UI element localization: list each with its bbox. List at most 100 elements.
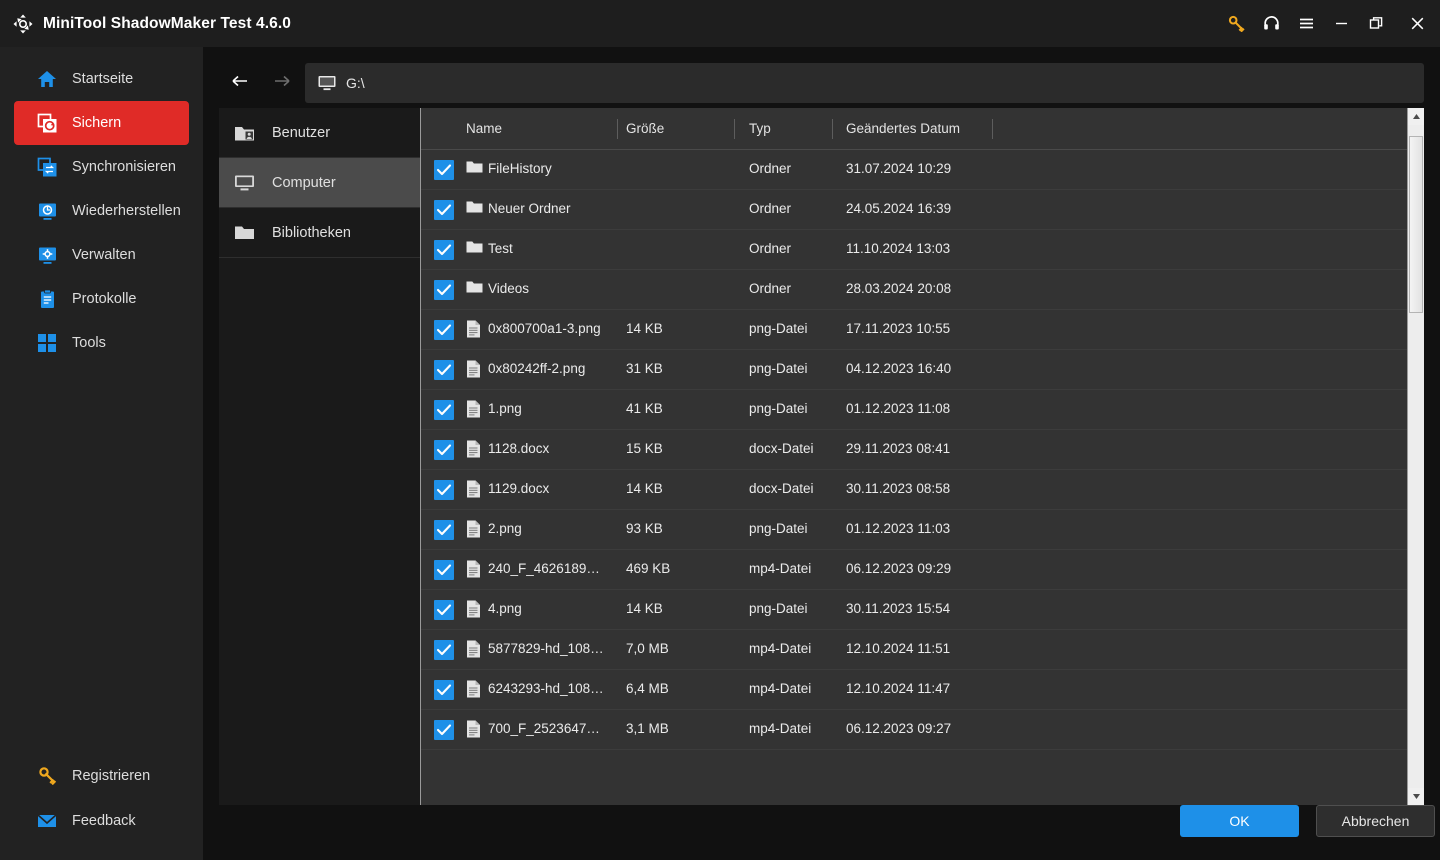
row-checkbox[interactable] bbox=[434, 200, 454, 220]
sidebar-item-label: Registrieren bbox=[72, 767, 151, 784]
scrollbar-thumb[interactable] bbox=[1409, 136, 1423, 313]
row-checkbox[interactable] bbox=[434, 320, 454, 340]
cell-type: png-Datei bbox=[749, 321, 808, 336]
restore-icon[interactable] bbox=[1359, 0, 1394, 47]
row-checkbox[interactable] bbox=[434, 160, 454, 180]
close-icon[interactable] bbox=[1394, 0, 1440, 47]
sidebar-item-synchronisieren[interactable]: Synchronisieren bbox=[14, 145, 189, 189]
location-tree: Benutzer Computer Bibliotheken bbox=[219, 108, 421, 805]
sidebar-item-verwalten[interactable]: Verwalten bbox=[14, 233, 189, 277]
cell-name: 700_F_2523647… bbox=[488, 721, 600, 736]
tree-item-label: Benutzer bbox=[272, 124, 331, 141]
table-row[interactable]: 0x80242ff-2.png 31 KB png-Datei 04.12.2023 … bbox=[421, 350, 1407, 390]
cell-name: 1128.docx bbox=[488, 441, 550, 456]
ok-button[interactable]: OK bbox=[1180, 805, 1299, 837]
back-button[interactable] bbox=[219, 63, 261, 103]
table-row[interactable]: 0x800700a1-3.png 14 KB png-Datei 17.11.2023… bbox=[421, 310, 1407, 350]
cell-date: 06.12.2023 09:27 bbox=[846, 721, 952, 736]
cell-size: 31 KB bbox=[626, 361, 663, 376]
sidebar-item-feedback[interactable]: Feedback bbox=[14, 798, 189, 843]
table-row[interactable]: 2.png 93 KB png-Datei 01.12.2023 11:03 bbox=[421, 510, 1407, 550]
tree-item-computer[interactable]: Computer bbox=[219, 158, 420, 208]
row-checkbox[interactable] bbox=[434, 440, 454, 460]
sidebar-item-registrieren[interactable]: Registrieren bbox=[14, 753, 189, 798]
column-divider[interactable] bbox=[734, 119, 735, 139]
row-checkbox[interactable] bbox=[434, 480, 454, 500]
cell-type: mp4-Datei bbox=[749, 641, 812, 656]
table-row[interactable]: 1129.docx 14 KB docx-Datei 30.11.2023 08:58 bbox=[421, 470, 1407, 510]
column-header-typ[interactable]: Typ bbox=[749, 121, 771, 136]
tree-item-label: Computer bbox=[272, 174, 336, 191]
row-checkbox[interactable] bbox=[434, 560, 454, 580]
cell-date: 29.11.2023 08:41 bbox=[846, 441, 951, 456]
row-checkbox[interactable] bbox=[434, 520, 454, 540]
forward-button[interactable] bbox=[261, 63, 303, 103]
table-row[interactable]: 4.png 14 KB png-Datei 30.11.2023 15:54 bbox=[421, 590, 1407, 630]
row-checkbox[interactable] bbox=[434, 680, 454, 700]
column-divider[interactable] bbox=[617, 119, 618, 139]
column-divider[interactable] bbox=[832, 119, 833, 139]
row-checkbox[interactable] bbox=[434, 600, 454, 620]
table-row[interactable]: 1128.docx 15 KB docx-Datei 29.11.2023 08:41 bbox=[421, 430, 1407, 470]
file-browser: Benutzer Computer Bibliotheken Name Größ… bbox=[219, 108, 1424, 805]
row-checkbox[interactable] bbox=[434, 360, 454, 380]
headset-icon[interactable] bbox=[1254, 0, 1289, 47]
minimize-icon[interactable] bbox=[1324, 0, 1359, 47]
sidebar-item-startseite[interactable]: Startseite bbox=[14, 57, 189, 101]
table-row[interactable]: 5877829-hd_108… 7,0 MB mp4-Datei 12.10.2024… bbox=[421, 630, 1407, 670]
table-row[interactable]: Test Ordner 11.10.2024 13:03 bbox=[421, 230, 1407, 270]
mail-icon bbox=[36, 810, 58, 832]
table-row[interactable]: Videos Ordner 28.03.2024 20:08 bbox=[421, 270, 1407, 310]
file-icon bbox=[466, 680, 484, 700]
cell-name: Test bbox=[488, 241, 513, 256]
address-bar: G:\ bbox=[219, 63, 1424, 103]
column-header-datum[interactable]: Geändertes Datum bbox=[846, 121, 960, 136]
folder-icon bbox=[466, 240, 484, 260]
key-icon[interactable] bbox=[1219, 0, 1254, 47]
column-divider[interactable] bbox=[992, 119, 993, 139]
sidebar-item-sichern[interactable]: Sichern bbox=[14, 101, 189, 145]
table-row[interactable]: FileHistory Ordner 31.07.2024 10:29 bbox=[421, 150, 1407, 190]
row-checkbox[interactable] bbox=[434, 640, 454, 660]
row-checkbox[interactable] bbox=[434, 400, 454, 420]
scroll-up-arrow-icon[interactable] bbox=[1408, 108, 1424, 125]
cell-type: mp4-Datei bbox=[749, 721, 812, 736]
column-header-groesse[interactable]: Größe bbox=[626, 121, 664, 136]
sidebar-item-wiederherstellen[interactable]: Wiederherstellen bbox=[14, 189, 189, 233]
vertical-scrollbar[interactable] bbox=[1407, 108, 1424, 805]
path-input[interactable]: G:\ bbox=[305, 63, 1424, 103]
table-row[interactable]: 240_F_4626189… 469 KB mp4-Datei 06.12.2023 … bbox=[421, 550, 1407, 590]
file-icon bbox=[466, 720, 484, 740]
cancel-button[interactable]: Abbrechen bbox=[1316, 805, 1435, 837]
cell-date: 12.10.2024 11:47 bbox=[846, 681, 951, 696]
cell-date: 01.12.2023 11:03 bbox=[846, 521, 951, 536]
table-row[interactable]: Neuer Ordner Ordner 24.05.2024 16:39 bbox=[421, 190, 1407, 230]
row-checkbox[interactable] bbox=[434, 720, 454, 740]
tree-item-bibliotheken[interactable]: Bibliotheken bbox=[219, 208, 420, 258]
sidebar: Startseite Sichern Synchronisieren Wiede… bbox=[0, 47, 203, 860]
menu-icon[interactable] bbox=[1289, 0, 1324, 47]
sidebar-item-label: Tools bbox=[72, 335, 106, 351]
column-header-name[interactable]: Name bbox=[466, 121, 502, 136]
sync-icon bbox=[36, 156, 58, 178]
table-row[interactable]: 700_F_2523647… 3,1 MB mp4-Datei 06.12.2023 … bbox=[421, 710, 1407, 750]
sidebar-item-tools[interactable]: Tools bbox=[14, 321, 189, 365]
scroll-down-arrow-icon[interactable] bbox=[1408, 788, 1424, 805]
cell-name: 0x80242ff-2.png bbox=[488, 361, 586, 376]
sidebar-nav: Startseite Sichern Synchronisieren Wiede… bbox=[0, 47, 203, 365]
sidebar-item-protokolle[interactable]: Protokolle bbox=[14, 277, 189, 321]
row-checkbox[interactable] bbox=[434, 240, 454, 260]
cell-size: 14 KB bbox=[626, 601, 663, 616]
table-row[interactable]: 1.png 41 KB png-Datei 01.12.2023 11:08 bbox=[421, 390, 1407, 430]
tree-item-benutzer[interactable]: Benutzer bbox=[219, 108, 420, 158]
cell-size: 14 KB bbox=[626, 321, 663, 336]
cell-date: 12.10.2024 11:51 bbox=[846, 641, 951, 656]
sidebar-item-label: Verwalten bbox=[72, 247, 136, 263]
row-checkbox[interactable] bbox=[434, 280, 454, 300]
file-icon bbox=[466, 560, 484, 580]
cell-type: png-Datei bbox=[749, 361, 808, 376]
cell-date: 24.05.2024 16:39 bbox=[846, 201, 952, 216]
sidebar-bottom-nav: Registrieren Feedback bbox=[0, 753, 203, 843]
table-row[interactable]: 6243293-hd_108… 6,4 MB mp4-Datei 12.10.2024… bbox=[421, 670, 1407, 710]
title-bar: MiniTool ShadowMaker Test 4.6.0 bbox=[0, 0, 1440, 47]
